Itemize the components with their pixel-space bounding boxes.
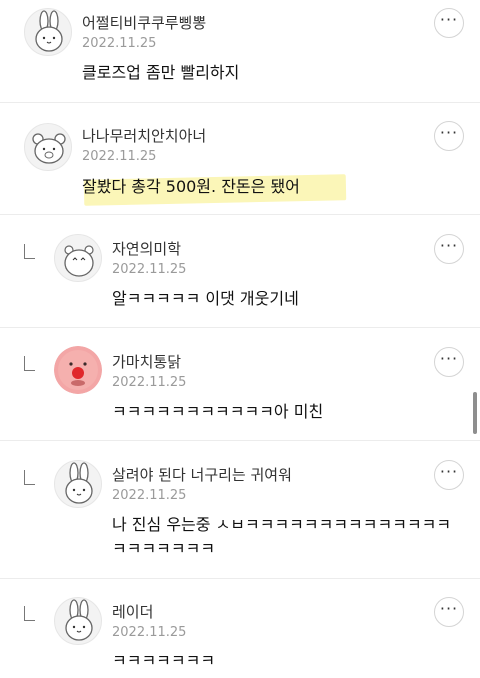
more-icon: ··· [439,599,459,618]
more-options-button[interactable]: ··· [434,121,464,151]
more-icon: ··· [439,236,459,255]
comment-text: ㅋㅋㅋㅋㅋㅋㅋㅋㅋㅋㅋ아 미친 [112,402,324,421]
author-name[interactable]: 어쩔티비쿠쿠루삥뽕 [82,12,206,33]
rabbit-icon[interactable] [24,8,72,56]
divider [0,214,480,215]
author-name[interactable]: 자연의미학 [112,238,181,259]
more-options-button[interactable]: ··· [434,8,464,38]
red-nose-face-icon[interactable] [54,346,102,394]
bear-icon[interactable] [24,123,72,171]
reply-arrow-icon [24,606,35,621]
more-options-button[interactable]: ··· [434,597,464,627]
author-name[interactable]: 살려야 된다 너구리는 귀여워 [112,464,292,485]
divider [0,327,480,328]
comment-text: 잘봤다 총각 500원. 잔돈은 됐어 [82,177,300,196]
reply-arrow-icon [24,356,35,371]
comment-date: 2022.11.25 [82,36,157,51]
comment-text: 클로즈업 좀만 빨리하지 [82,63,240,82]
author-name[interactable]: 나나무러치안치아너 [82,125,206,146]
reply-arrow-icon [24,244,35,259]
comment-item: 어쩔티비쿠쿠루삥뽕 2022.11.25 클로즈업 좀만 빨리하지 ··· [0,0,480,102]
comment-date: 2022.11.25 [112,375,187,390]
comment-date: 2022.11.25 [112,262,187,277]
more-icon: ··· [439,462,459,481]
more-icon: ··· [439,123,459,142]
divider [0,578,480,579]
divider [0,440,480,441]
comment-text: ㅋㅋㅋㅋㅋㅋㅋ [112,651,216,670]
author-name[interactable]: 레이더 [112,601,153,622]
comment-text: 알ㅋㅋㅋㅋㅋ 이댓 개웃기네 [112,289,299,308]
more-options-button[interactable]: ··· [434,460,464,490]
more-icon: ··· [439,349,459,368]
reply-arrow-icon [24,470,35,485]
comment-date: 2022.11.25 [82,149,157,164]
more-options-button[interactable]: ··· [434,234,464,264]
more-icon: ··· [439,10,459,29]
rabbit-icon[interactable] [54,597,102,645]
hamster-icon[interactable] [54,234,102,282]
comment-date: 2022.11.25 [112,625,187,640]
rabbit-icon[interactable] [54,460,102,508]
more-options-button[interactable]: ··· [434,347,464,377]
scrollbar[interactable] [473,392,477,434]
comment-text-continued: ㅋㅋㅋㅋㅋㅋㅋ [112,539,216,558]
author-name[interactable]: 가마치통닭 [112,351,181,372]
comment-date: 2022.11.25 [112,488,187,503]
